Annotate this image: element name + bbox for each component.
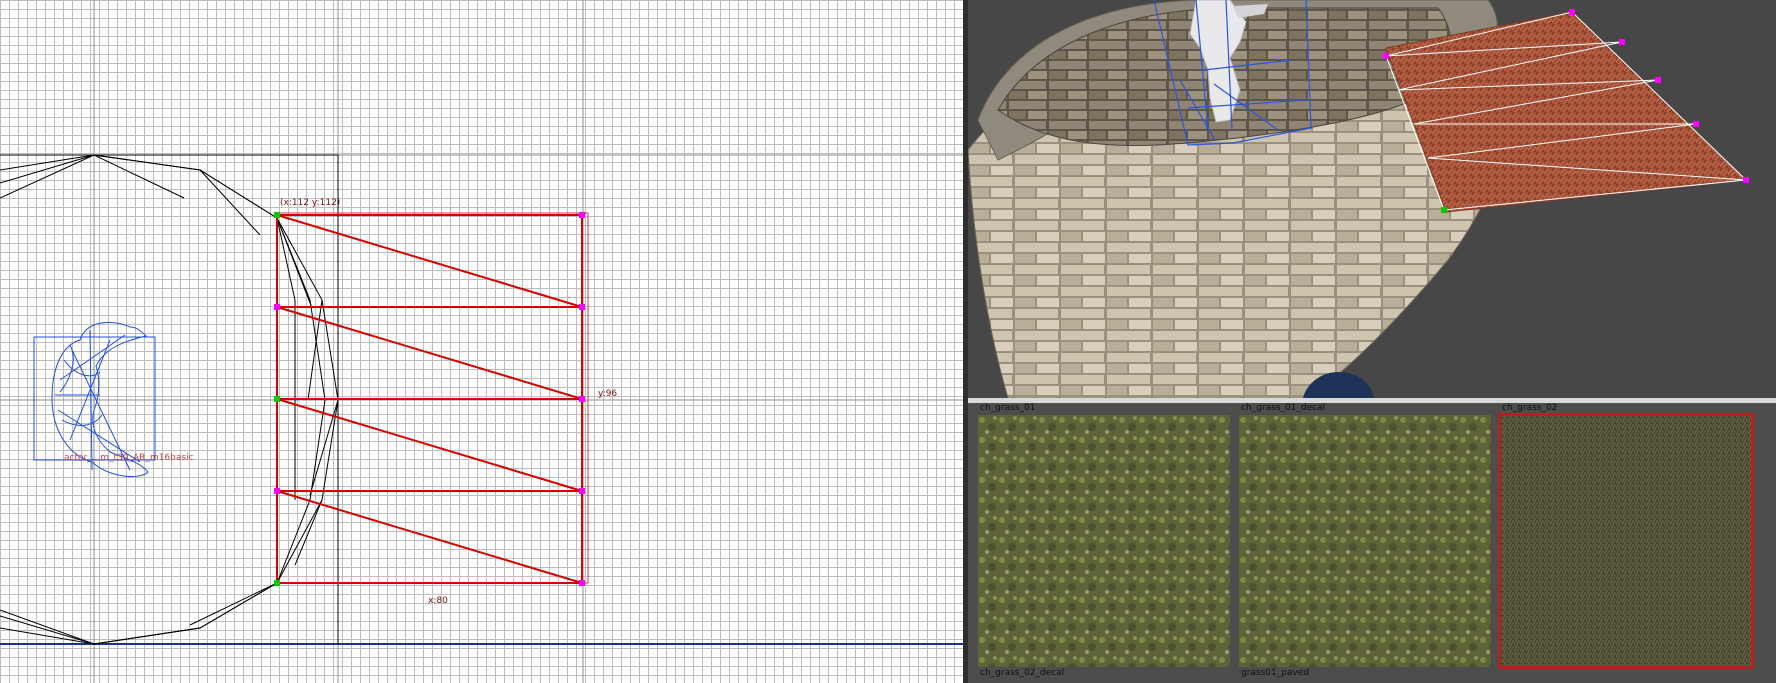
texture-name: ch_grass_02_decal	[980, 668, 1065, 678]
vertex-handle[interactable]	[1383, 53, 1389, 59]
vertex-handle[interactable]	[1693, 121, 1699, 127]
vertex-handle[interactable]	[579, 580, 585, 586]
texture-browser[interactable]: ch_grass_01 ch_grass_01_decal ch_grass_0…	[968, 403, 1776, 683]
texture-thumbnail[interactable]	[978, 415, 1230, 667]
vertex-handle-selected[interactable]	[274, 580, 280, 586]
vertex-handle[interactable]	[1619, 39, 1625, 45]
texture-thumbnail[interactable]	[1498, 413, 1754, 669]
vertex-handle[interactable]	[274, 488, 280, 494]
texture-thumbnail[interactable]	[1239, 415, 1491, 667]
vertex-coordinate-readout: (x:112 y:112)	[280, 198, 340, 208]
viewport-3d[interactable]	[968, 0, 1776, 398]
vertex-handle[interactable]	[579, 304, 585, 310]
vertex-handle[interactable]	[579, 212, 585, 218]
patch-edges	[276, 214, 583, 584]
texture-name: ch_grass_01	[980, 403, 1036, 413]
grid-canvas[interactable]: actor_...m_t30_AR_m16basic (x:112 y:112)…	[0, 0, 963, 683]
patch-surface-3d[interactable]	[1385, 11, 1748, 213]
texture-name: grass01_paved	[1241, 668, 1310, 678]
vertex-handle[interactable]	[274, 304, 280, 310]
height-dimension-label: y:96	[598, 389, 617, 399]
viewport-3d-canvas[interactable]	[968, 0, 1776, 398]
vertex-handle[interactable]	[579, 396, 585, 402]
vertex-handle[interactable]	[579, 488, 585, 494]
vertex-handle[interactable]	[1569, 9, 1575, 15]
grid-view-2d[interactable]: actor_...m_t30_AR_m16basic (x:112 y:112)…	[0, 0, 963, 683]
actor-entity[interactable]: actor_...m_t30_AR_m16basic	[33, 321, 194, 478]
texture-name: ch_grass_02	[1502, 403, 1558, 413]
vertex-handle-selected[interactable]	[274, 396, 280, 402]
vertex-handle[interactable]	[1655, 77, 1661, 83]
vertex-handle-selected[interactable]	[274, 212, 280, 218]
entity-label: actor_...m_t30_AR_m16basic	[64, 453, 194, 463]
vertex-handle-selected[interactable]	[1441, 207, 1447, 213]
selected-patch-wireframe[interactable]: (x:112 y:112) y:96 x:80	[274, 198, 617, 606]
texture-name: ch_grass_01_decal	[1241, 403, 1326, 413]
vertex-handle[interactable]	[1743, 177, 1749, 183]
width-dimension-label: x:80	[428, 596, 448, 606]
